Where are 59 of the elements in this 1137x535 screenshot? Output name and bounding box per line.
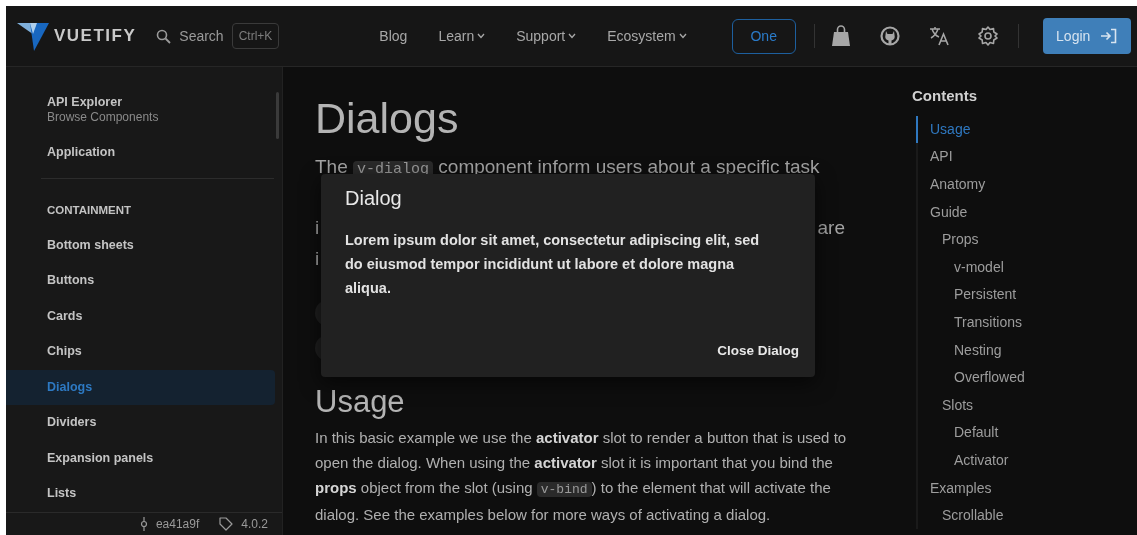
toc-link[interactable]: Anatomy: [916, 170, 986, 199]
translate-icon[interactable]: [928, 25, 949, 47]
version-label: 4.0.2: [241, 515, 268, 533]
search-icon: [156, 28, 172, 44]
dialog-title: Dialog: [345, 186, 403, 210]
sidebar-item[interactable]: Expansion panels: [6, 440, 275, 476]
login-icon: [1100, 28, 1118, 44]
search-button[interactable]: Search: [156, 25, 224, 47]
commit-hash: ea41a9f: [155, 515, 200, 533]
logo-text: VUETIFY: [54, 25, 137, 48]
text-fragment: are: [817, 216, 845, 241]
page-title: Dialogs: [315, 95, 460, 143]
close-dialog-button[interactable]: Close Dialog: [717, 336, 799, 365]
sidebar-item[interactable]: Cards: [6, 298, 275, 334]
toc-link[interactable]: Usage: [916, 115, 971, 144]
toc-link[interactable]: Persistent: [916, 281, 1017, 309]
toc-link[interactable]: v-model: [916, 253, 1004, 282]
settings-icon[interactable]: [977, 25, 998, 47]
toc-link[interactable]: API: [916, 143, 953, 171]
sidebar-item[interactable]: Chips: [6, 334, 275, 370]
toc-link[interactable]: Overflowed: [916, 363, 1025, 392]
toc-link[interactable]: Guide: [916, 198, 968, 226]
logo-icon: [16, 20, 50, 52]
section-header: CONTAINMENT: [46, 202, 133, 218]
one-button[interactable]: One: [731, 18, 796, 54]
chevron-down-icon: [568, 33, 577, 39]
sidebar-item[interactable]: Lists: [6, 476, 275, 512]
usage-paragraph: In this basic example we use the activator slot to render a button that is used to open the dialog. When using the activator slot it is important that you bind the props object from the slot (using v-bind ) to the element that will activate the dialog. See the examples below for more ways of activating a dialog.: [315, 428, 848, 525]
toc-link[interactable]: Default: [916, 419, 999, 447]
github-icon[interactable]: [879, 25, 900, 47]
toc-link[interactable]: Activator: [916, 446, 1009, 475]
sidebar-item[interactable]: Buttons: [6, 263, 275, 299]
toc-link[interactable]: Slots: [916, 391, 974, 420]
commit-icon: [139, 516, 148, 531]
sidebar-item[interactable]: Dialogs: [6, 369, 275, 405]
dialog-text: Lorem ipsum dolor sit amet, consectetur adipiscing elit, sed do eiusmod tempor incididunt ut labore et dolore magna aliqua.: [345, 231, 760, 298]
sidebar-item[interactable]: Dividers: [6, 405, 275, 441]
shortcut-key: Ctrl+K: [231, 23, 280, 49]
section-heading: Usage: [315, 383, 406, 421]
toc-link[interactable]: Scrollable: [916, 501, 1004, 530]
tag-icon: [219, 516, 234, 531]
shopping-bag-icon[interactable]: [830, 25, 851, 47]
toc-link[interactable]: Props: [916, 225, 979, 254]
text-fragment: i: [315, 216, 320, 241]
nav-link[interactable]: Ecosystem: [607, 25, 687, 47]
nav-link[interactable]: Support: [516, 25, 577, 47]
scrollbar-thumb[interactable]: [276, 92, 279, 139]
chevron-down-icon: [678, 33, 687, 39]
sidebar-item[interactable]: API Explorer Browse Components: [6, 85, 275, 135]
text-fragment: i: [315, 246, 320, 271]
toc-link[interactable]: Nesting: [916, 336, 1002, 364]
nav-link[interactable]: Blog: [379, 25, 408, 47]
nav-link[interactable]: Learn: [438, 25, 486, 47]
toc-link[interactable]: Examples: [916, 474, 992, 502]
sidebar-item[interactable]: Application: [6, 135, 275, 171]
toc-link[interactable]: Transitions: [916, 308, 1022, 337]
sidebar-item[interactable]: Bottom sheets: [6, 227, 275, 263]
toc-title: Contents: [912, 86, 978, 106]
chevron-down-icon: [477, 33, 486, 39]
